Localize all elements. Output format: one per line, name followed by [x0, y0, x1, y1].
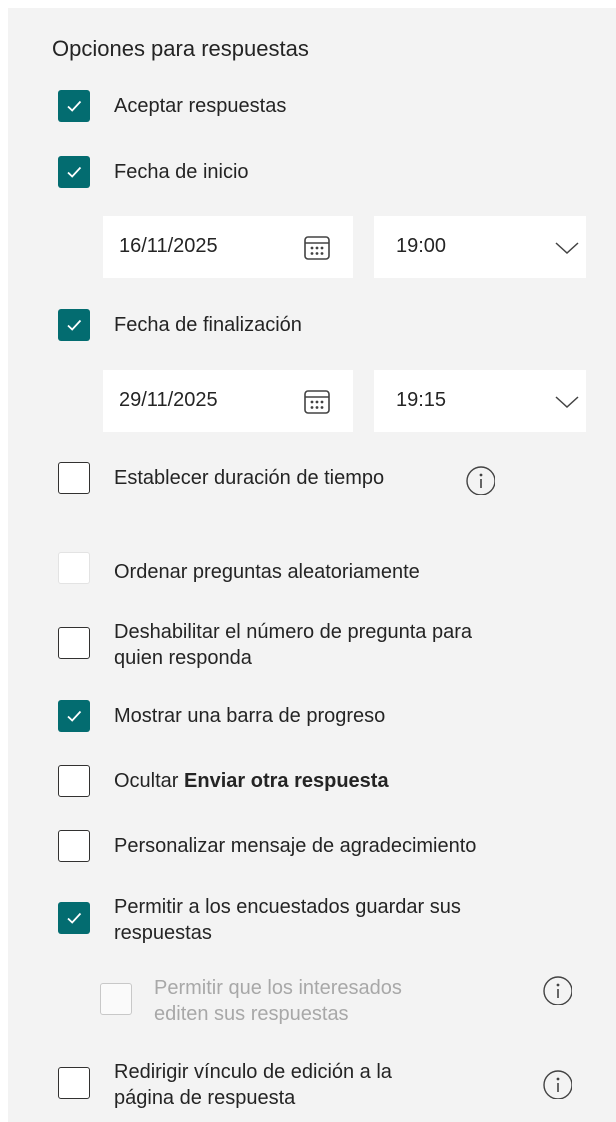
- hide-submit-another-bold: Enviar otra respuesta: [184, 770, 389, 792]
- hide-submit-another-prefix: Ocultar: [114, 770, 179, 792]
- edit-responses-checkbox[interactable]: [100, 983, 132, 1015]
- hide-submit-another-checkbox[interactable]: [58, 765, 90, 797]
- checkmark-icon: [67, 100, 82, 112]
- end-time-value: 19:15: [396, 389, 447, 411]
- checkmark-icon: [67, 912, 82, 924]
- redirect-edit-link-label-line2: página de respuesta: [114, 1087, 296, 1109]
- edit-responses-label-line2: editen sus respuestas: [154, 1003, 349, 1025]
- custom-thanks-label: Personalizar mensaje de agradecimiento: [114, 835, 477, 857]
- end-time-select[interactable]: 19:15: [374, 370, 586, 432]
- panel-title: Opciones para respuestas: [52, 36, 309, 61]
- calendar-icon[interactable]: [303, 235, 331, 261]
- info-icon[interactable]: [465, 465, 495, 495]
- progress-bar-label: Mostrar una barra de progreso: [114, 705, 386, 727]
- shuffle-label: Ordenar preguntas aleatoriamente: [114, 561, 420, 583]
- redirect-edit-link-checkbox[interactable]: [58, 1067, 90, 1099]
- custom-thanks-checkbox[interactable]: [58, 830, 90, 862]
- end-date-input[interactable]: 29/11/2025: [103, 370, 353, 432]
- disable-question-number-checkbox[interactable]: [58, 627, 90, 659]
- disable-question-number-label-line2: quien responda: [114, 647, 252, 669]
- info-icon[interactable]: [542, 975, 572, 1005]
- accept-responses-label: Aceptar respuestas: [114, 95, 287, 117]
- info-icon[interactable]: [542, 1069, 572, 1099]
- redirect-edit-link-label-line1: Redirigir vínculo de edición a la: [114, 1061, 392, 1083]
- start-date-value: 16/11/2025: [119, 235, 218, 257]
- duration-label: Establecer duración de tiempo: [114, 467, 385, 489]
- shuffle-checkbox[interactable]: [58, 552, 90, 584]
- checkmark-icon: [67, 166, 82, 178]
- calendar-icon[interactable]: [303, 389, 331, 415]
- save-responses-label-line2: respuestas: [114, 922, 212, 944]
- accept-responses-checkbox[interactable]: [58, 90, 90, 122]
- end-date-value: 29/11/2025: [119, 389, 218, 411]
- start-date-input[interactable]: 16/11/2025: [103, 216, 353, 278]
- start-date-checkbox[interactable]: [58, 156, 90, 188]
- start-time-select[interactable]: 19:00: [374, 216, 586, 278]
- save-responses-checkbox[interactable]: [58, 902, 90, 934]
- duration-checkbox[interactable]: [58, 462, 90, 494]
- save-responses-label-line1: Permitir a los encuestados guardar sus: [114, 896, 461, 918]
- chevron-down-icon: [555, 242, 579, 255]
- start-time-value: 19:00: [396, 235, 447, 257]
- disable-question-number-label-line1: Deshabilitar el número de pregunta para: [114, 621, 472, 643]
- end-date-label: Fecha de finalización: [114, 314, 302, 336]
- checkmark-icon: [67, 710, 82, 722]
- progress-bar-checkbox[interactable]: [58, 700, 90, 732]
- checkmark-icon: [67, 319, 82, 331]
- start-date-label: Fecha de inicio: [114, 161, 249, 183]
- hide-submit-another-label: Ocultar Enviar otra respuesta: [114, 769, 389, 794]
- end-date-checkbox[interactable]: [58, 309, 90, 341]
- chevron-down-icon: [555, 396, 579, 409]
- edit-responses-label-line1: Permitir que los interesados: [154, 977, 402, 999]
